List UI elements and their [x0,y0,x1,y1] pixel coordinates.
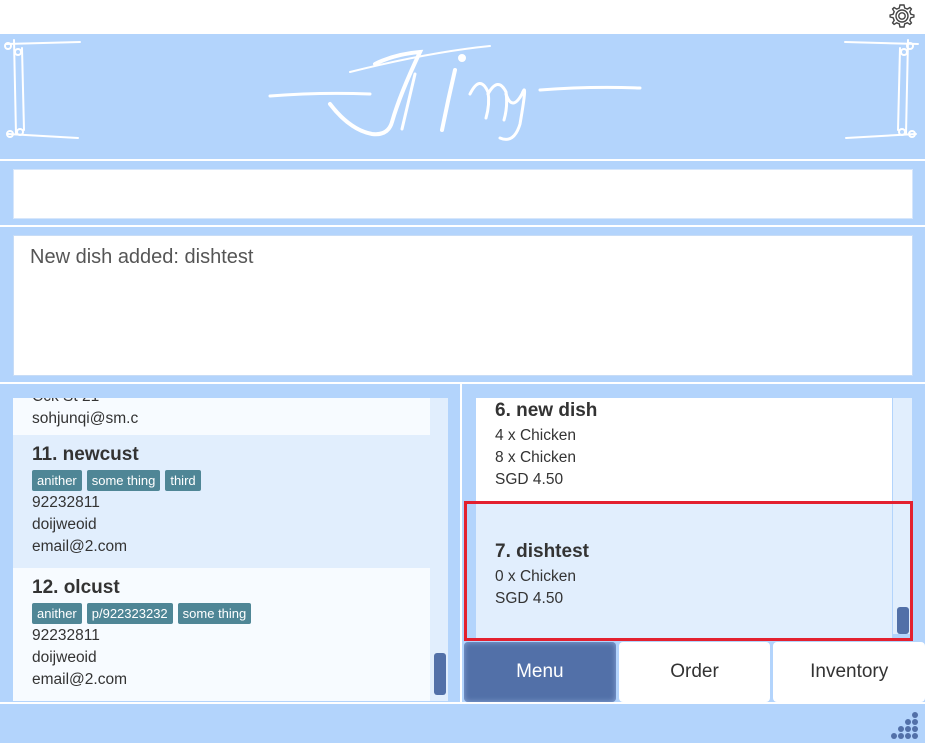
dish-ingredient: 8 x Chicken [495,449,576,466]
customer-email: email@2.com [32,538,127,555]
tab-order[interactable]: Order [618,642,771,702]
resize-grip-icon[interactable] [891,709,921,739]
customer-email: sohjunqi@sm.c [32,410,139,427]
separator [0,159,925,161]
customer-phone: 92232811 [32,494,100,511]
customer-name: 11. newcust [32,444,139,465]
top-bar [0,0,925,34]
tag-list: anither some thing third [32,470,430,492]
tag: anither [32,470,82,491]
panel-divider [460,384,462,702]
dish-price: SGD 4.50 [495,471,564,488]
tag: p/922323232 [86,603,173,624]
dish-ingredient: 4 x Chicken [495,427,576,444]
command-input[interactable] [13,169,913,219]
banner [0,34,925,160]
tab-inventory[interactable]: Inventory [773,642,925,702]
tag-list: anither p/922323232 some thing [32,603,430,625]
list-item[interactable]: 6. new dish 4 x Chicken 8 x Chicken SGD … [476,398,892,501]
customer-list-scrollbar[interactable] [430,398,448,701]
list-item[interactable]: 12. olcust anither p/922323232 some thin… [13,568,430,701]
tag: some thing [86,470,161,491]
customer-email: email@2.com [32,671,127,688]
tab-bar: Menu Order Inventory [464,642,925,702]
tag: third [165,470,201,491]
customer-list: Cck St 21 sohjunqi@sm.c 11. newcust anit… [13,398,430,701]
separator [0,382,925,384]
banner-frame [4,39,919,141]
highlight-box [464,501,913,641]
result-message: New dish added: dishtest [30,246,254,268]
status-bar [0,704,925,743]
settings-button[interactable] [887,2,917,30]
list-item[interactable]: 11. newcust anither some thing third 922… [13,435,430,568]
separator [0,225,925,227]
list-item[interactable]: Cck St 21 sohjunqi@sm.c [13,398,430,434]
customer-address: Cck St 21 [32,398,430,408]
result-display: New dish added: dishtest [13,235,913,376]
scrollbar-thumb[interactable] [434,653,446,695]
customer-address: doijweoid [32,649,97,666]
tab-menu[interactable]: Menu [464,642,616,702]
gear-icon [889,4,915,28]
dish-name: 6. new dish [495,400,598,421]
customer-name: 12. olcust [32,577,120,598]
tag: some thing [177,603,252,624]
tag: anither [32,603,82,624]
customer-phone: 92232811 [32,627,100,644]
customer-address: doijweoid [32,516,97,533]
